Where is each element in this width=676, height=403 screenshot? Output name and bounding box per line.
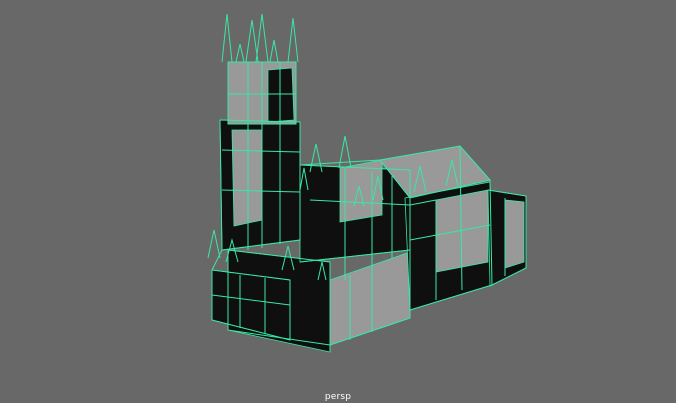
cathedral-wireframe-model[interactable] [0, 0, 676, 403]
nave-roof-grey [339, 159, 383, 223]
tower-belfry-dark [267, 67, 295, 123]
camera-label: persp [324, 392, 352, 402]
apse-grey [504, 199, 525, 269]
maya-viewport-persp[interactable]: persp [0, 0, 676, 403]
tower-grey-face [231, 129, 263, 227]
model-faces [211, 61, 527, 353]
